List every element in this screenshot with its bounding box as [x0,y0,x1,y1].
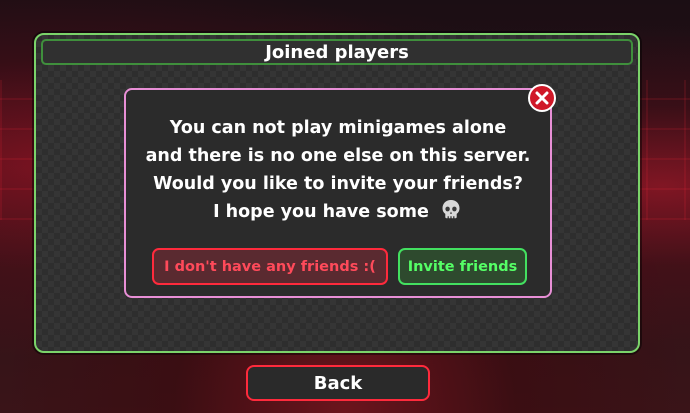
skull-icon [439,198,463,231]
message-line-last: I hope you have some [126,198,550,231]
invite-friends-button[interactable]: Invite friends [398,248,527,285]
dialog-message: You can not play minigames alone and the… [126,114,550,231]
invite-dialog: You can not play minigames alone and the… [124,88,552,298]
panel-title: Joined players [41,39,633,65]
back-button[interactable]: Back [246,365,430,401]
close-button[interactable] [528,84,556,112]
message-line: and there is no one else on this server. [145,146,531,166]
no-friends-button[interactable]: I don't have any friends :( [152,248,388,285]
message-line: Would you like to invite your friends? [153,174,523,194]
message-line: You can not play minigames alone [169,118,507,138]
message-line: I hope you have some [213,202,429,222]
close-icon [535,91,549,105]
